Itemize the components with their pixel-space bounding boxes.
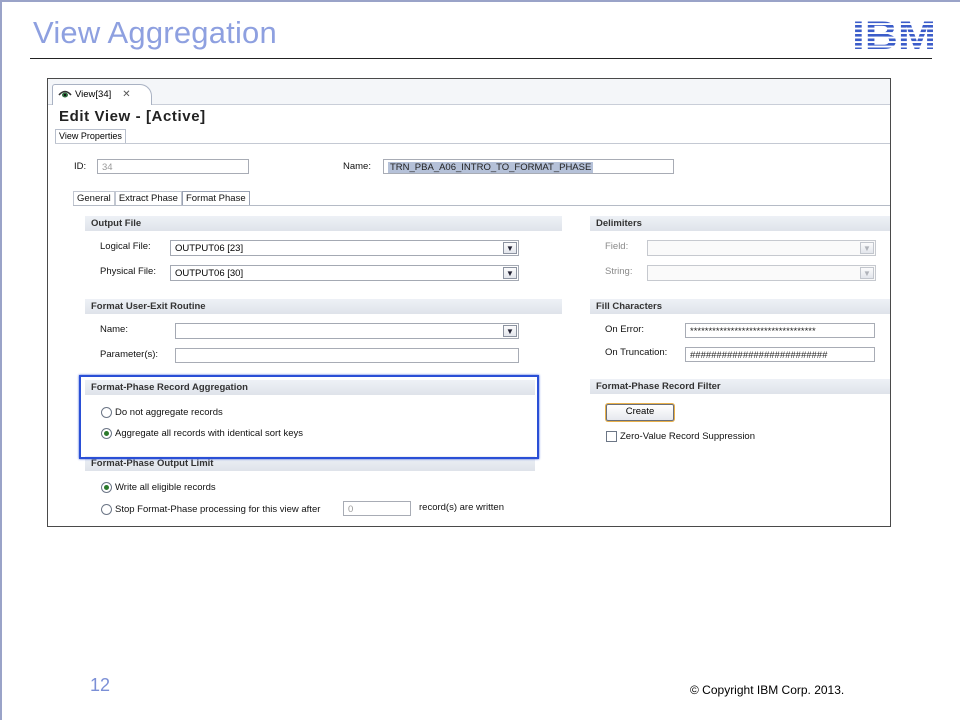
user-exit-name-select[interactable]: ▼ (175, 323, 519, 339)
slide-title: View Aggregation (33, 15, 277, 50)
tab-extract-phase[interactable]: Extract Phase (114, 191, 182, 206)
aggregation-header: Format-Phase Record Aggregation (85, 380, 535, 395)
record-filter-header: Format-Phase Record Filter (590, 379, 890, 394)
physical-file-label: Physical File: (100, 266, 156, 277)
delimiters-header: Delimiters (590, 216, 890, 231)
output-file-header: Output File (85, 216, 562, 231)
close-icon[interactable]: ✕ (122, 89, 130, 100)
chevron-down-icon[interactable]: ▼ (503, 267, 517, 279)
on-truncation-label: On Truncation: (605, 347, 668, 358)
id-field[interactable]: 34 (97, 159, 249, 174)
page-number: 12 (90, 675, 111, 695)
output-limit-header: Format-Phase Output Limit (85, 456, 535, 471)
logical-file-select[interactable]: OUTPUT06 [23] ▼ (170, 240, 519, 256)
aggregate-all-label: Aggregate all records with identical sor… (115, 428, 303, 439)
subtab-bar: General Extract Phase Format Phase (73, 191, 250, 206)
logical-file-label: Logical File: (100, 241, 151, 252)
stop-suffix-label: record(s) are written (419, 502, 504, 513)
tab-view-34[interactable]: View[34] ✕ (52, 84, 152, 105)
physical-file-select[interactable]: OUTPUT06 [30] ▼ (170, 265, 519, 281)
write-all-label: Write all eligible records (115, 482, 216, 493)
ibm-logo: IBM (852, 16, 936, 52)
tab-label: View[34] (75, 89, 112, 100)
user-exit-header: Format User-Exit Routine (85, 299, 562, 314)
chevron-down-icon: ▼ (860, 267, 874, 279)
editor-title: Edit View - [Active] (59, 108, 206, 125)
parameters-label: Parameter(s): (100, 349, 159, 360)
editor-screenshot: View[34] ✕ Edit View - [Active] View Pro… (47, 78, 891, 527)
create-button[interactable]: Create (606, 404, 674, 421)
title-underline (30, 58, 932, 59)
chevron-down-icon: ▼ (860, 242, 874, 254)
zero-value-checkbox[interactable] (606, 431, 617, 442)
chevron-down-icon[interactable]: ▼ (503, 325, 517, 337)
on-error-field[interactable]: ********************************** (685, 323, 875, 338)
parameters-field[interactable] (175, 348, 519, 363)
string-delimiter-select[interactable]: ▼ (647, 265, 876, 281)
name-field[interactable]: TRN_PBA_A06_INTRO_TO_FORMAT_PHASE (383, 159, 674, 174)
divider (55, 143, 890, 144)
fill-characters-header: Fill Characters (590, 299, 890, 314)
write-all-radio[interactable] (101, 482, 112, 493)
physical-file-value: OUTPUT06 [30] (175, 268, 244, 279)
zero-value-label: Zero-Value Record Suppression (620, 431, 756, 442)
chevron-down-icon[interactable]: ▼ (503, 242, 517, 254)
stop-processing-radio[interactable] (101, 504, 112, 515)
id-label: ID: (74, 161, 87, 172)
name-label: Name: (343, 161, 371, 172)
view-eye-icon (58, 90, 72, 98)
tab-format-phase[interactable]: Format Phase (181, 191, 250, 206)
user-exit-name-label: Name: (100, 324, 128, 335)
tab-general[interactable]: General (73, 191, 115, 206)
field-delimiter-label: Field: (605, 241, 629, 252)
stop-count-field[interactable]: 0 (343, 501, 411, 516)
string-delimiter-label: String: (605, 266, 633, 277)
stop-processing-label: Stop Format-Phase processing for this vi… (115, 504, 321, 515)
copyright: © Copyright IBM Corp. 2013. (690, 683, 845, 697)
logical-file-value: OUTPUT06 [23] (175, 243, 244, 254)
top-rule (0, 0, 960, 2)
on-error-label: On Error: (605, 324, 645, 335)
aggregate-all-radio[interactable] (101, 428, 112, 439)
slide: View Aggregation IBM View[34] ✕ (0, 0, 960, 720)
no-aggregate-radio[interactable] (101, 407, 112, 418)
left-rule (0, 0, 2, 720)
tab-view-properties[interactable]: View Properties (55, 129, 126, 144)
editor-tabbar: View[34] ✕ (48, 79, 890, 105)
on-truncation-field[interactable]: ########################## (685, 347, 875, 362)
no-aggregate-label: Do not aggregate records (115, 407, 223, 418)
name-value: TRN_PBA_A06_INTRO_TO_FORMAT_PHASE (388, 162, 594, 173)
divider (73, 205, 890, 206)
field-delimiter-select[interactable]: ▼ (647, 240, 876, 256)
